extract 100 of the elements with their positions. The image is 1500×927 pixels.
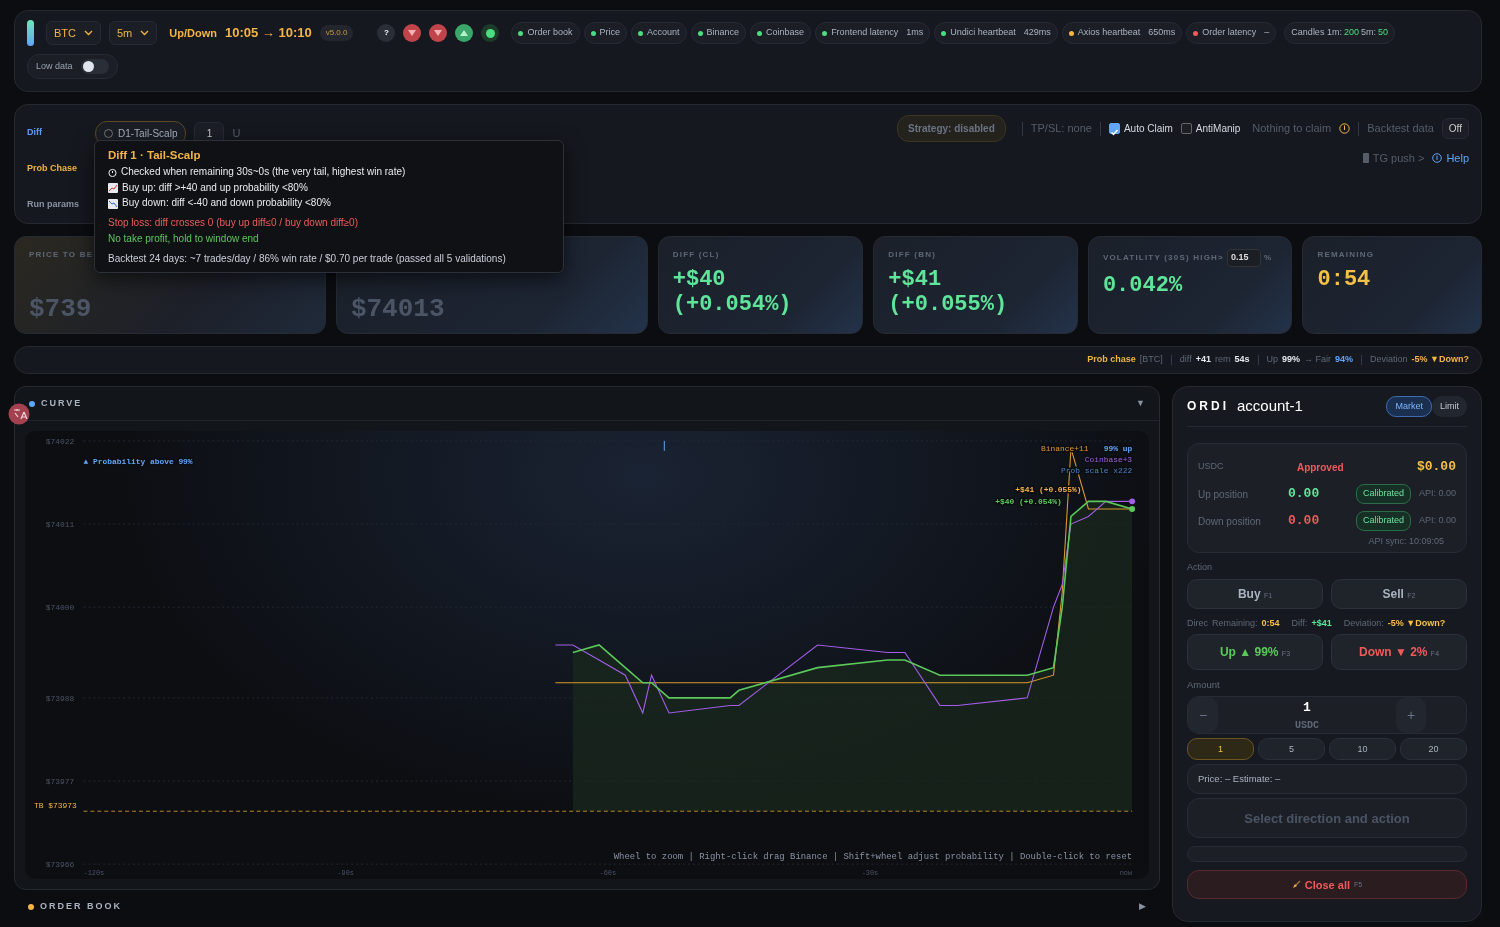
strategy-status: Strategy: disabled bbox=[897, 115, 1006, 142]
status-label: Account bbox=[647, 26, 680, 40]
preset-button[interactable]: 5 bbox=[1258, 738, 1325, 761]
checkbox-option[interactable]: Auto Claim bbox=[1108, 121, 1173, 136]
info-text: -5% ▼Down? bbox=[1387, 616, 1446, 630]
info-text: Direc bbox=[1187, 616, 1208, 630]
help-button[interactable]: ? bbox=[377, 24, 396, 42]
account-name: account-1 bbox=[1237, 396, 1303, 416]
info-text: Remaining: bbox=[1212, 616, 1258, 630]
card-label: DIFF (BN) bbox=[888, 249, 936, 261]
status-value: 1ms bbox=[906, 26, 924, 40]
preset-button[interactable]: 1 bbox=[1187, 738, 1254, 761]
candles-label: 5m: bbox=[1360, 26, 1376, 40]
status-value: 429ms bbox=[1023, 26, 1051, 40]
status-text: Deviation bbox=[1370, 353, 1408, 367]
position-label: Down position bbox=[1198, 514, 1262, 529]
calibrated-badge: Calibrated bbox=[1356, 484, 1412, 504]
status-label: Order latency bbox=[1202, 26, 1257, 40]
collapse-toggle[interactable]: ▼ bbox=[1136, 396, 1145, 411]
info-text: +$41 bbox=[1311, 616, 1332, 630]
unit-label: U bbox=[232, 125, 241, 141]
api-sync: API sync: 10:09:05 bbox=[1367, 534, 1444, 548]
card-value: +$40 bbox=[672, 267, 726, 292]
backtest-label: Backtest data bbox=[1367, 121, 1434, 137]
help-link[interactable]: Help bbox=[1432, 150, 1469, 167]
status-label: Undici heartbeat bbox=[950, 26, 1016, 40]
card-value: 0.042% bbox=[1102, 272, 1183, 298]
info-text: Diff: bbox=[1291, 616, 1308, 630]
card-value: (+0.055%) bbox=[888, 292, 1008, 318]
status-text: 54s bbox=[1234, 353, 1250, 367]
interval-select[interactable]: 5m bbox=[109, 20, 158, 46]
backtest-toggle[interactable]: Off bbox=[1441, 118, 1469, 139]
tpsl-label: TP/SL: none bbox=[1030, 121, 1092, 137]
claim-label: Nothing to claim bbox=[1252, 121, 1332, 137]
balance-label: USDC bbox=[1198, 460, 1224, 474]
section-label: Action bbox=[1187, 561, 1213, 574]
chart-annotation: ▲ Probability above 99% bbox=[83, 456, 193, 466]
info-text: Deviation: bbox=[1343, 616, 1384, 630]
preset-button[interactable]: 10 bbox=[1329, 738, 1396, 761]
status-text: 99% bbox=[1282, 353, 1301, 367]
checkbox-option[interactable]: AntiManip bbox=[1180, 121, 1241, 136]
card-value: $739 bbox=[29, 294, 92, 325]
status-text: diff bbox=[1179, 353, 1192, 367]
axis-label: $73977 bbox=[45, 776, 75, 786]
panel-title: ORDER BOOK bbox=[40, 900, 122, 914]
card-label: REMAINING bbox=[1317, 249, 1375, 261]
info-text: 0:54 bbox=[1261, 616, 1280, 630]
status-label: Order book bbox=[527, 26, 573, 40]
chart-annotation: +$40 (+0.054%) bbox=[995, 497, 1062, 507]
amount-unit: USDC bbox=[1294, 718, 1320, 733]
row-label: Run params bbox=[27, 198, 80, 212]
status-label: Axios heartbeat bbox=[1077, 26, 1141, 40]
expand-toggle[interactable]: ▶ bbox=[1139, 900, 1146, 914]
threshold-field[interactable]: 0.15 bbox=[1226, 249, 1261, 267]
hint-text: Wheel to zoom | Right-click drag Binance | Shift+wheel adjust probability | Double-click to reset bbox=[613, 852, 1133, 863]
section-label: Amount bbox=[1187, 678, 1221, 692]
status-text: rem bbox=[1215, 353, 1231, 367]
candles-label: Candles 1m: bbox=[1291, 26, 1342, 40]
mode-tab[interactable]: Limit bbox=[1432, 395, 1467, 417]
tooltip-text: Buy down: diff <-40 and down probability <80% bbox=[122, 197, 331, 210]
row-label: Prob Chase bbox=[27, 162, 78, 176]
calibrated-badge: Calibrated bbox=[1356, 511, 1412, 531]
tooltip-text: Buy up: diff >+40 and up probability <80% bbox=[122, 181, 308, 195]
status-text: -5% ▼Down? bbox=[1411, 353, 1469, 367]
axis-label: $73988 bbox=[45, 693, 75, 703]
unit-label: % bbox=[1263, 251, 1273, 264]
status-label: Binance bbox=[706, 26, 740, 40]
candles-count: 200 bbox=[1343, 26, 1359, 40]
mode-tab[interactable]: Market bbox=[1386, 395, 1432, 417]
chart-annotation: 99% up bbox=[1103, 443, 1133, 453]
card-value: +$41 bbox=[888, 267, 942, 292]
status-label: Coinbase bbox=[766, 26, 805, 40]
status-value: – bbox=[1264, 26, 1270, 40]
axis-label: $74011 bbox=[45, 520, 75, 529]
row-label: Diff bbox=[27, 126, 43, 140]
time-window: 10:05 → 10:10 bbox=[224, 23, 312, 43]
status-label: Frontend latency bbox=[831, 26, 899, 40]
status-value: 650ms bbox=[1148, 26, 1176, 40]
tooltip-text: Backtest 24 days: ~7 trades/day / 86% win rate / $0.70 per trade (passed all 5 validations) bbox=[108, 252, 506, 266]
card-label: VOLATILITY (30S) HIGH> bbox=[1102, 251, 1224, 264]
axis-label: $74022 bbox=[45, 436, 75, 446]
tooltip-text: No take profit, hold to window end bbox=[108, 233, 259, 246]
brand-logo: ORDI bbox=[1187, 398, 1229, 416]
axis-label: $73966 bbox=[45, 860, 75, 870]
position-label: Up position bbox=[1198, 487, 1250, 502]
api-value: API: 0.00 bbox=[1418, 514, 1456, 528]
card-value: 0:54 bbox=[1317, 267, 1371, 292]
approval-status: Approved bbox=[1296, 460, 1344, 475]
market-label: Up/Down bbox=[169, 25, 217, 41]
status-label: Price bbox=[599, 26, 621, 40]
symbol-select[interactable]: BTC bbox=[46, 20, 101, 46]
price-estimate: Price: – Estimate: – bbox=[1198, 772, 1281, 787]
tooltip-text: Checked when remaining 30s~0s (the very tail, highest win rate) bbox=[121, 166, 406, 179]
panel-title: CURVE bbox=[41, 396, 83, 410]
reference-label: TB $73973 bbox=[33, 801, 77, 811]
status-text: Up bbox=[1266, 353, 1279, 367]
candles-count: 50 bbox=[1377, 26, 1388, 40]
preset-button[interactable]: 20 bbox=[1400, 738, 1467, 761]
legend-text: Coinbase+3 bbox=[1084, 454, 1133, 464]
status-text: → Fair bbox=[1304, 353, 1332, 367]
